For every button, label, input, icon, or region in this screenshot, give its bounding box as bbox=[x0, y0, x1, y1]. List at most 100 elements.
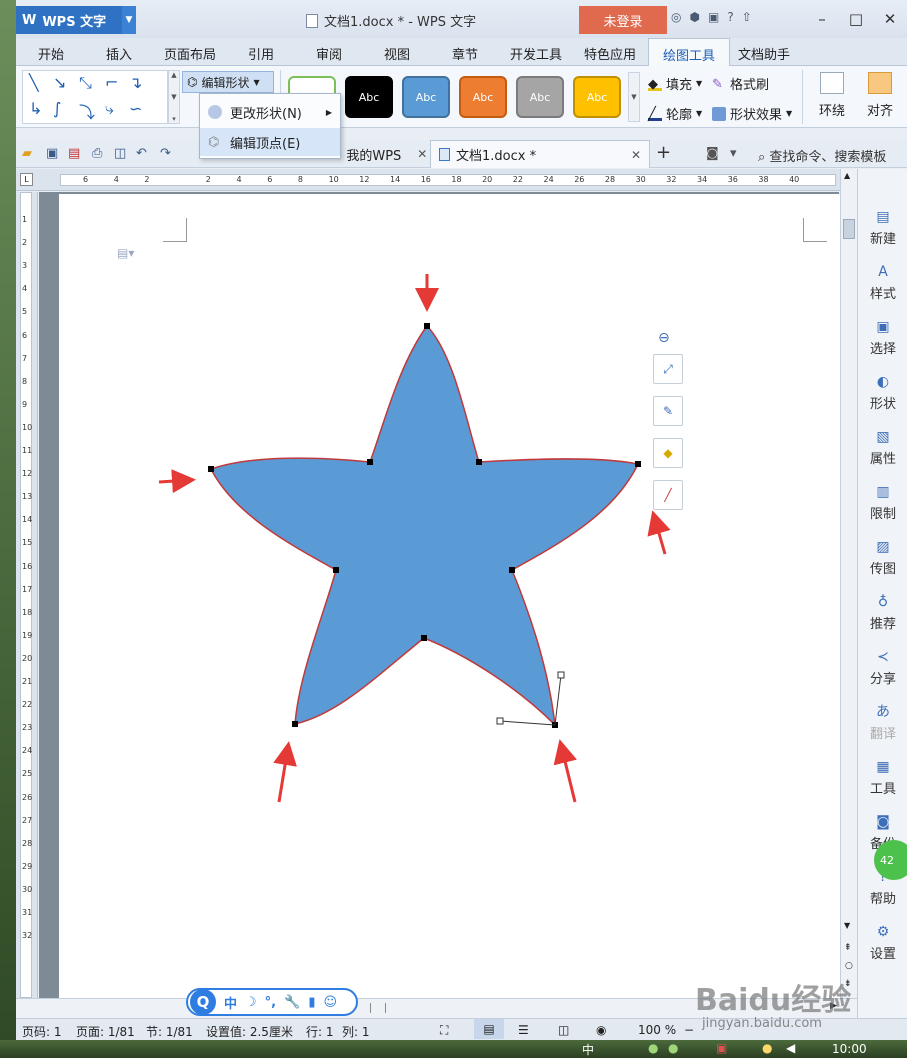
tray-icon[interactable]: ● bbox=[668, 1041, 678, 1055]
vertex-handle[interactable] bbox=[421, 635, 427, 641]
help-icon[interactable]: ? bbox=[727, 10, 733, 24]
sidebar-item-new-doc[interactable]: ▤ 新建 bbox=[858, 209, 907, 247]
elbow-double-arrow-icon[interactable]: ↳ bbox=[29, 99, 42, 118]
zoom-level[interactable]: 100 % bbox=[638, 1023, 676, 1037]
sidebar-item-recommend[interactable]: ♁ 推荐 bbox=[858, 594, 907, 632]
undo-icon[interactable]: ↶ bbox=[136, 146, 147, 161]
menu-item-change-shape[interactable]: 更改形状(N) ▶ bbox=[200, 98, 340, 126]
tab-references[interactable]: 引用 bbox=[248, 44, 274, 63]
line-icon[interactable]: ╲ bbox=[29, 73, 39, 92]
tab-home[interactable]: 开始 bbox=[38, 44, 64, 63]
sidebar-item-select[interactable]: ▣ 选择 bbox=[858, 319, 907, 357]
sidebar-item-toolbox[interactable]: ▦ 工具 bbox=[858, 759, 907, 797]
vertex-handle[interactable] bbox=[367, 459, 373, 465]
chevron-down-icon[interactable]: ▼ bbox=[122, 6, 136, 34]
curve-double-arrow-icon[interactable]: ⤷ bbox=[105, 99, 114, 119]
maximize-icon[interactable]: □ bbox=[839, 4, 873, 34]
outline-color-button[interactable]: ╱ bbox=[653, 480, 683, 510]
upload-icon[interactable]: ⇧ bbox=[742, 10, 752, 24]
tab-features[interactable]: 特色应用 bbox=[584, 44, 636, 63]
print-icon[interactable]: ⎙ bbox=[92, 146, 102, 161]
ime-toolbar[interactable]: Q 中 ☽ °, 🔧 ▮ ☺ bbox=[186, 988, 358, 1016]
tray-icon[interactable]: ▣ bbox=[716, 1041, 727, 1055]
tab-chapter[interactable]: 章节 bbox=[452, 44, 478, 63]
star-shape[interactable] bbox=[209, 324, 640, 728]
edit-button[interactable]: ✎ bbox=[653, 396, 683, 426]
sidebar-item-restrict[interactable]: ▥ 限制 bbox=[858, 484, 907, 522]
outline-view-icon[interactable]: ☰ bbox=[518, 1023, 529, 1037]
sidebar-item-settings[interactable]: ⚙ 设置 bbox=[858, 924, 907, 962]
shape-style-2[interactable]: Abc bbox=[402, 76, 450, 118]
eye-protect-icon[interactable]: ◉ bbox=[596, 1023, 606, 1037]
command-search[interactable]: ⌕ 查找命令、搜索模板 bbox=[758, 146, 886, 165]
zoom-out-icon[interactable]: − bbox=[684, 1023, 694, 1037]
tab-document[interactable]: 文档1.docx * ✕ bbox=[430, 140, 650, 168]
tab-review[interactable]: 审阅 bbox=[316, 44, 342, 63]
emoji-icon[interactable]: ☺ bbox=[323, 995, 337, 1010]
new-tab-button[interactable]: + bbox=[656, 142, 671, 163]
curve-arrow-icon[interactable]: ⤵ bbox=[79, 99, 95, 123]
sidebar-item-upload-image[interactable]: ▨ 传图 bbox=[858, 539, 907, 577]
tab-drawing-tools[interactable]: 绘图工具 bbox=[648, 38, 731, 66]
vertex-handle[interactable] bbox=[476, 459, 482, 465]
double-arrow-line-icon[interactable]: ⤡ bbox=[79, 73, 92, 93]
save-icon[interactable]: ▣ bbox=[46, 146, 58, 161]
page-view-icon[interactable]: ▤ bbox=[474, 1019, 504, 1039]
close-icon[interactable]: ✕ bbox=[873, 4, 907, 34]
menu-item-edit-points[interactable]: ⌬ 编辑顶点(E) bbox=[200, 128, 340, 156]
ime-mode[interactable]: 中 bbox=[224, 993, 237, 1012]
fill-button[interactable]: ◆ 填充 ▼ bbox=[648, 74, 702, 93]
shape-style-1[interactable]: Abc bbox=[345, 76, 393, 118]
line-shape-gallery[interactable]: ╲ ↘ ⤡ ⌐ ↴ ↳ ∫ ⤵ ⤷ ∽ bbox=[22, 70, 168, 124]
shape-effects-button[interactable]: 形状效果 ▼ bbox=[712, 104, 792, 123]
vertical-ruler[interactable]: 1 2 3 4 5 6 7 8 9 10 11 12 13 14 15 16 17 18 19 20 21 22 23 24 2… bbox=[16, 192, 38, 998]
clipboard-icon[interactable]: ▮ bbox=[308, 995, 315, 1010]
collapse-tools-icon[interactable]: ⊖ bbox=[658, 330, 670, 346]
format-painter-button[interactable]: ✎ 格式刷 bbox=[712, 74, 769, 94]
prev-page-icon[interactable]: ⇞ bbox=[844, 943, 852, 953]
shape-style-3[interactable]: Abc bbox=[459, 76, 507, 118]
close-icon[interactable]: ✕ bbox=[417, 147, 427, 161]
punctuation-icon[interactable]: °, bbox=[265, 995, 276, 1010]
hscroll-thumb[interactable] bbox=[370, 1003, 386, 1013]
outline-button[interactable]: ╱ 轮廓 ▼ bbox=[648, 104, 702, 123]
scroll-thumb[interactable] bbox=[843, 219, 855, 239]
layout-options-button[interactable]: ⤢ bbox=[653, 354, 683, 384]
sidebar-item-style[interactable]: A 样式 bbox=[858, 264, 907, 302]
align-button[interactable]: 对齐 bbox=[854, 72, 906, 119]
tab-insert[interactable]: 插入 bbox=[106, 44, 132, 63]
vertex-handle[interactable] bbox=[333, 567, 339, 573]
tray-icon[interactable]: ● bbox=[648, 1041, 658, 1055]
login-button[interactable]: 未登录 bbox=[579, 6, 667, 34]
tab-view[interactable]: 视图 bbox=[384, 44, 410, 63]
skin-icon[interactable]: ◎ bbox=[671, 10, 681, 24]
web-view-icon[interactable]: ◫ bbox=[558, 1023, 569, 1037]
vertex-handle[interactable] bbox=[509, 567, 515, 573]
half-width-icon[interactable]: ☽ bbox=[245, 995, 257, 1010]
tray-icon[interactable]: ● bbox=[762, 1041, 772, 1055]
curve-connector-icon[interactable]: ∫ bbox=[53, 99, 61, 118]
shape-style-4[interactable]: Abc bbox=[516, 76, 564, 118]
horizontal-ruler[interactable]: L 6 4 2 2 4 6 8 10 12 14 16 18 20 22 24 26 28 30 32 34 36 38 4… bbox=[16, 169, 840, 191]
wrench-icon[interactable]: 🔧 bbox=[284, 995, 300, 1010]
control-handle[interactable] bbox=[557, 671, 565, 679]
assistant-badge[interactable]: 42 bbox=[874, 840, 907, 880]
select-browse-icon[interactable]: ○ bbox=[845, 961, 853, 971]
export-pdf-icon[interactable]: ▤ bbox=[68, 146, 80, 161]
scroll-up-icon[interactable]: ▲ bbox=[844, 171, 850, 180]
vertex-handle[interactable] bbox=[424, 323, 430, 329]
hex-icon[interactable]: ⬢ bbox=[689, 10, 699, 24]
style-more-button[interactable]: ▼ bbox=[628, 72, 640, 122]
sidebar-item-shape[interactable]: ◐ 形状 bbox=[858, 374, 907, 412]
tab-doc-assistant[interactable]: 文档助手 bbox=[738, 44, 790, 63]
vertical-scrollbar[interactable]: ▲ ▼ ⇞ ○ ⇟ bbox=[840, 169, 857, 998]
redo-icon[interactable]: ↷ bbox=[160, 146, 171, 161]
vertex-handle[interactable] bbox=[292, 721, 298, 727]
freeform-icon[interactable]: ∽ bbox=[129, 99, 142, 118]
pin-icon[interactable]: ◙ bbox=[706, 146, 719, 161]
close-icon[interactable]: ✕ bbox=[631, 148, 641, 162]
fill-color-button[interactable]: ◆ bbox=[653, 438, 683, 468]
minimize-icon[interactable]: – bbox=[805, 4, 839, 34]
full-screen-icon[interactable]: ⛶ bbox=[440, 1023, 448, 1038]
feedback-icon[interactable]: ▣ bbox=[708, 10, 719, 24]
